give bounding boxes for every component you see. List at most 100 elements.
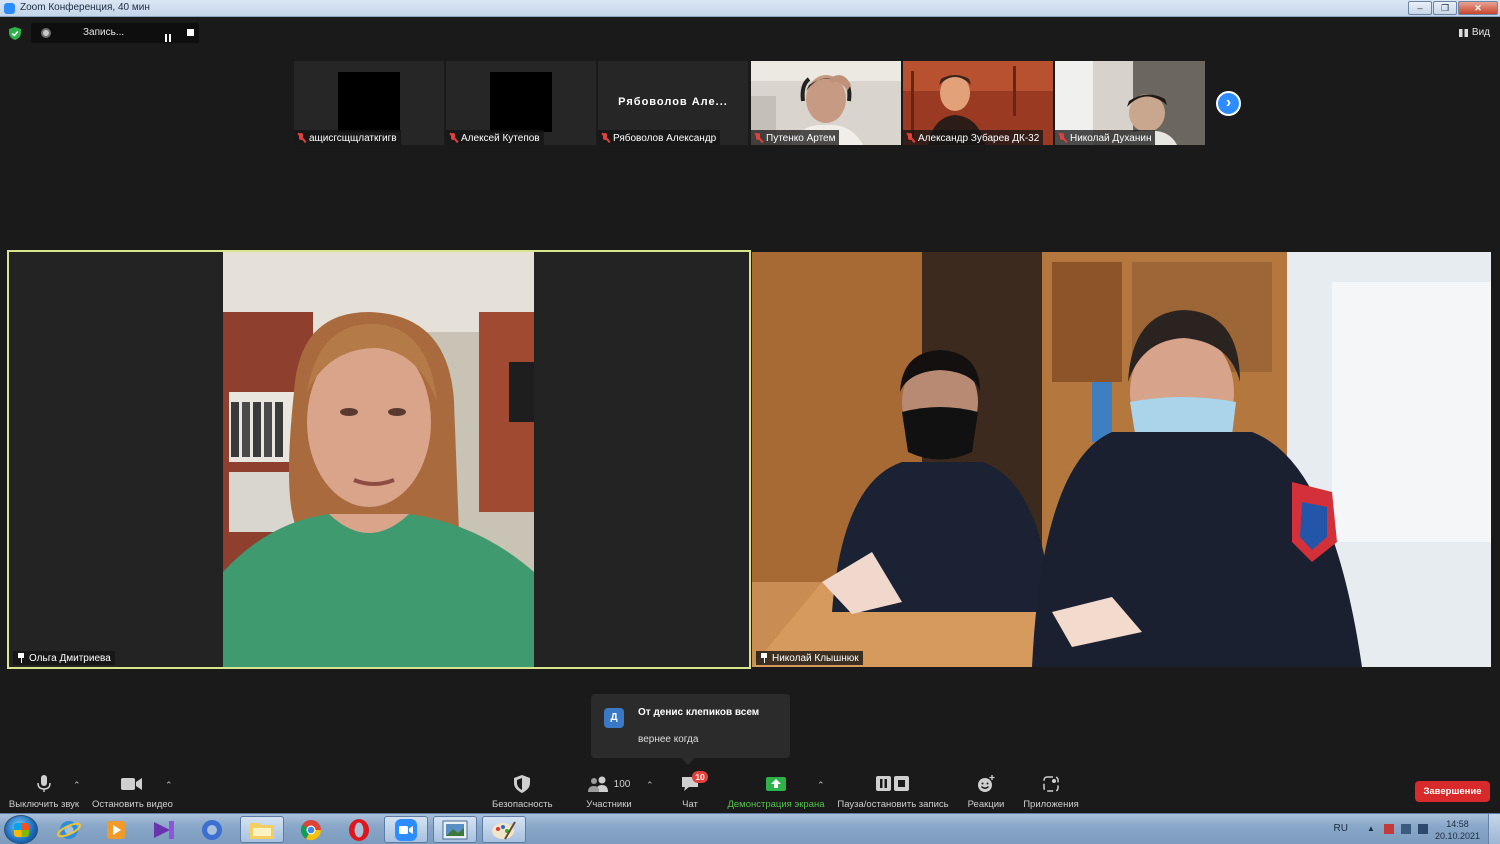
taskbar-browser[interactable]: [190, 816, 234, 843]
share-options-chevron-up-icon[interactable]: ⌃: [817, 780, 825, 791]
share-screen-button[interactable]: Демонстрация экрана: [727, 774, 825, 810]
minimize-button[interactable]: –: [1408, 1, 1432, 15]
taskbar-paint[interactable]: [482, 816, 526, 843]
close-button[interactable]: ✕: [1458, 1, 1498, 15]
video-camera-icon: [121, 778, 142, 790]
mic-muted-icon: [1058, 133, 1067, 143]
participant-caption: Алексей Кутепов: [446, 130, 544, 145]
recording-indicator: Запись...: [31, 23, 199, 43]
participant-thumbnail[interactable]: Рябоволов Але... Рябоволов Александр: [598, 61, 748, 145]
participants-button[interactable]: 100 Участники: [584, 774, 634, 810]
pin-icon: [760, 653, 768, 663]
taskbar-opera[interactable]: [337, 816, 381, 843]
sender-avatar: Д: [604, 708, 624, 728]
participant-caption: Александр Зубарев ДК-32: [903, 130, 1044, 145]
participant-display-name: Рябоволов Але...: [618, 96, 728, 108]
avatar: [490, 72, 552, 132]
pause-stop-recording-label: Пауза/остановить запись: [837, 799, 949, 810]
video-options-chevron-up-icon[interactable]: ⌃: [165, 780, 173, 791]
chat-notification[interactable]: Д От денис клепиков всем вернее когда: [591, 694, 790, 765]
speaker-video-frame: [9, 252, 749, 667]
participant-name: Алексей Кутепов: [461, 132, 540, 144]
mic-muted-icon: [601, 133, 610, 143]
taskbar-photo-viewer[interactable]: [433, 816, 477, 843]
participant-name: Николай Клышнюк: [772, 652, 859, 664]
zoom-app-icon: [4, 3, 15, 14]
participants-options-chevron-up-icon[interactable]: ⌃: [646, 780, 654, 791]
reactions-label: Реакции: [967, 799, 1005, 810]
stop-recording-icon[interactable]: [187, 29, 194, 36]
chrome-icon: [300, 819, 322, 840]
share-screen-label: Демонстрация экрана: [727, 799, 825, 810]
microphone-icon: [37, 775, 51, 792]
language-indicator[interactable]: RU: [1334, 823, 1348, 834]
encryption-shield-icon[interactable]: [9, 27, 21, 40]
recording-dot-icon: [41, 28, 51, 38]
taskbar-chrome[interactable]: [289, 816, 333, 843]
browser-icon: [202, 819, 222, 840]
share-screen-arrow-icon: [766, 777, 786, 791]
end-meeting-button[interactable]: Завершение: [1415, 781, 1490, 802]
mic-muted-icon: [906, 133, 915, 143]
participant-thumbnail[interactable]: ащисгсщщлаткгигв: [294, 61, 444, 145]
participant-thumbnail[interactable]: Алексей Кутепов: [446, 61, 596, 145]
pinned-participant-video[interactable]: Николай Клышнюк: [752, 252, 1491, 667]
participant-name: Александр Зубарев ДК-32: [918, 132, 1040, 144]
apps-icon: [1043, 776, 1059, 792]
pause-recording-icon[interactable]: [165, 29, 173, 42]
participant-name-tag: Николай Клышнюк: [756, 651, 863, 665]
paint-icon: [492, 820, 516, 840]
stop-video-button[interactable]: Остановить видео: [92, 774, 173, 810]
chat-sender: От денис клепиков всем: [638, 707, 760, 718]
tray-icons: ▲: [1367, 824, 1428, 834]
volume-icon[interactable]: [1418, 824, 1428, 834]
mute-button[interactable]: Выключить звук: [8, 774, 80, 810]
taskbar-zoom[interactable]: [384, 816, 428, 843]
internet-explorer-icon: [57, 820, 81, 839]
next-page-chevron-icon[interactable]: ›: [1216, 91, 1241, 116]
participant-name: Николай Духанин: [1070, 132, 1152, 144]
clock[interactable]: 14:58 20.10.2021: [1435, 818, 1480, 842]
start-button[interactable]: [4, 815, 38, 844]
participant-name: Рябоволов Александр: [613, 132, 717, 144]
show-desktop-button[interactable]: [1488, 814, 1500, 844]
audio-options-chevron-up-icon[interactable]: ⌃: [73, 780, 81, 791]
security-shield-icon: [514, 775, 530, 793]
zoom-icon: [395, 818, 417, 841]
speaker-name-tag: Ольга Дмитриева: [13, 651, 115, 665]
participant-thumbnail[interactable]: Путенко Артем: [751, 61, 901, 145]
chat-button[interactable]: 10 Чат: [675, 771, 708, 810]
mic-muted-icon: [297, 133, 306, 143]
security-button[interactable]: Безопасность: [492, 774, 553, 810]
speaker-name: Ольга Дмитриева: [29, 652, 111, 664]
clock-date: 20.10.2021: [1434, 831, 1480, 841]
opera-icon: [349, 818, 369, 841]
window-controls: – ❐ ✕: [1408, 1, 1498, 15]
participant-caption: ащисгсщщлаткгигв: [294, 130, 401, 145]
stop-video-label: Остановить видео: [92, 799, 173, 810]
smiley-icon: [978, 775, 995, 792]
active-speaker-video[interactable]: Ольга Дмитриева: [7, 250, 751, 669]
tray-expand-chevron-icon[interactable]: ▲: [1367, 824, 1377, 834]
pause-stop-recording-button[interactable]: Пауза/остановить запись: [837, 774, 949, 810]
clock-time: 14:58: [1446, 819, 1469, 829]
apps-button[interactable]: Приложения: [1022, 774, 1080, 810]
chat-unread-badge: 10: [692, 771, 708, 783]
taskbar-media-player[interactable]: [94, 816, 138, 843]
monitor-icon[interactable]: [1401, 824, 1411, 834]
view-button[interactable]: Вид: [1458, 27, 1490, 38]
taskbar-visual-studio[interactable]: [142, 816, 186, 843]
mic-muted-icon: [449, 133, 458, 143]
reactions-button[interactable]: Реакции: [966, 774, 1006, 810]
participant-video-frame: [752, 252, 1491, 667]
participant-caption: Николай Духанин: [1055, 130, 1156, 145]
maximize-button[interactable]: ❐: [1433, 1, 1457, 15]
participant-thumbnail[interactable]: Александр Зубарев ДК-32: [903, 61, 1053, 145]
pause-stop-icon: [876, 776, 909, 791]
avatar: [338, 72, 400, 132]
participants-count: 100: [613, 778, 631, 790]
participant-thumbnail[interactable]: Николай Духанин: [1055, 61, 1205, 145]
taskbar-ie[interactable]: [47, 816, 91, 843]
network-icon[interactable]: [1384, 824, 1394, 834]
taskbar-explorer[interactable]: [240, 816, 284, 843]
